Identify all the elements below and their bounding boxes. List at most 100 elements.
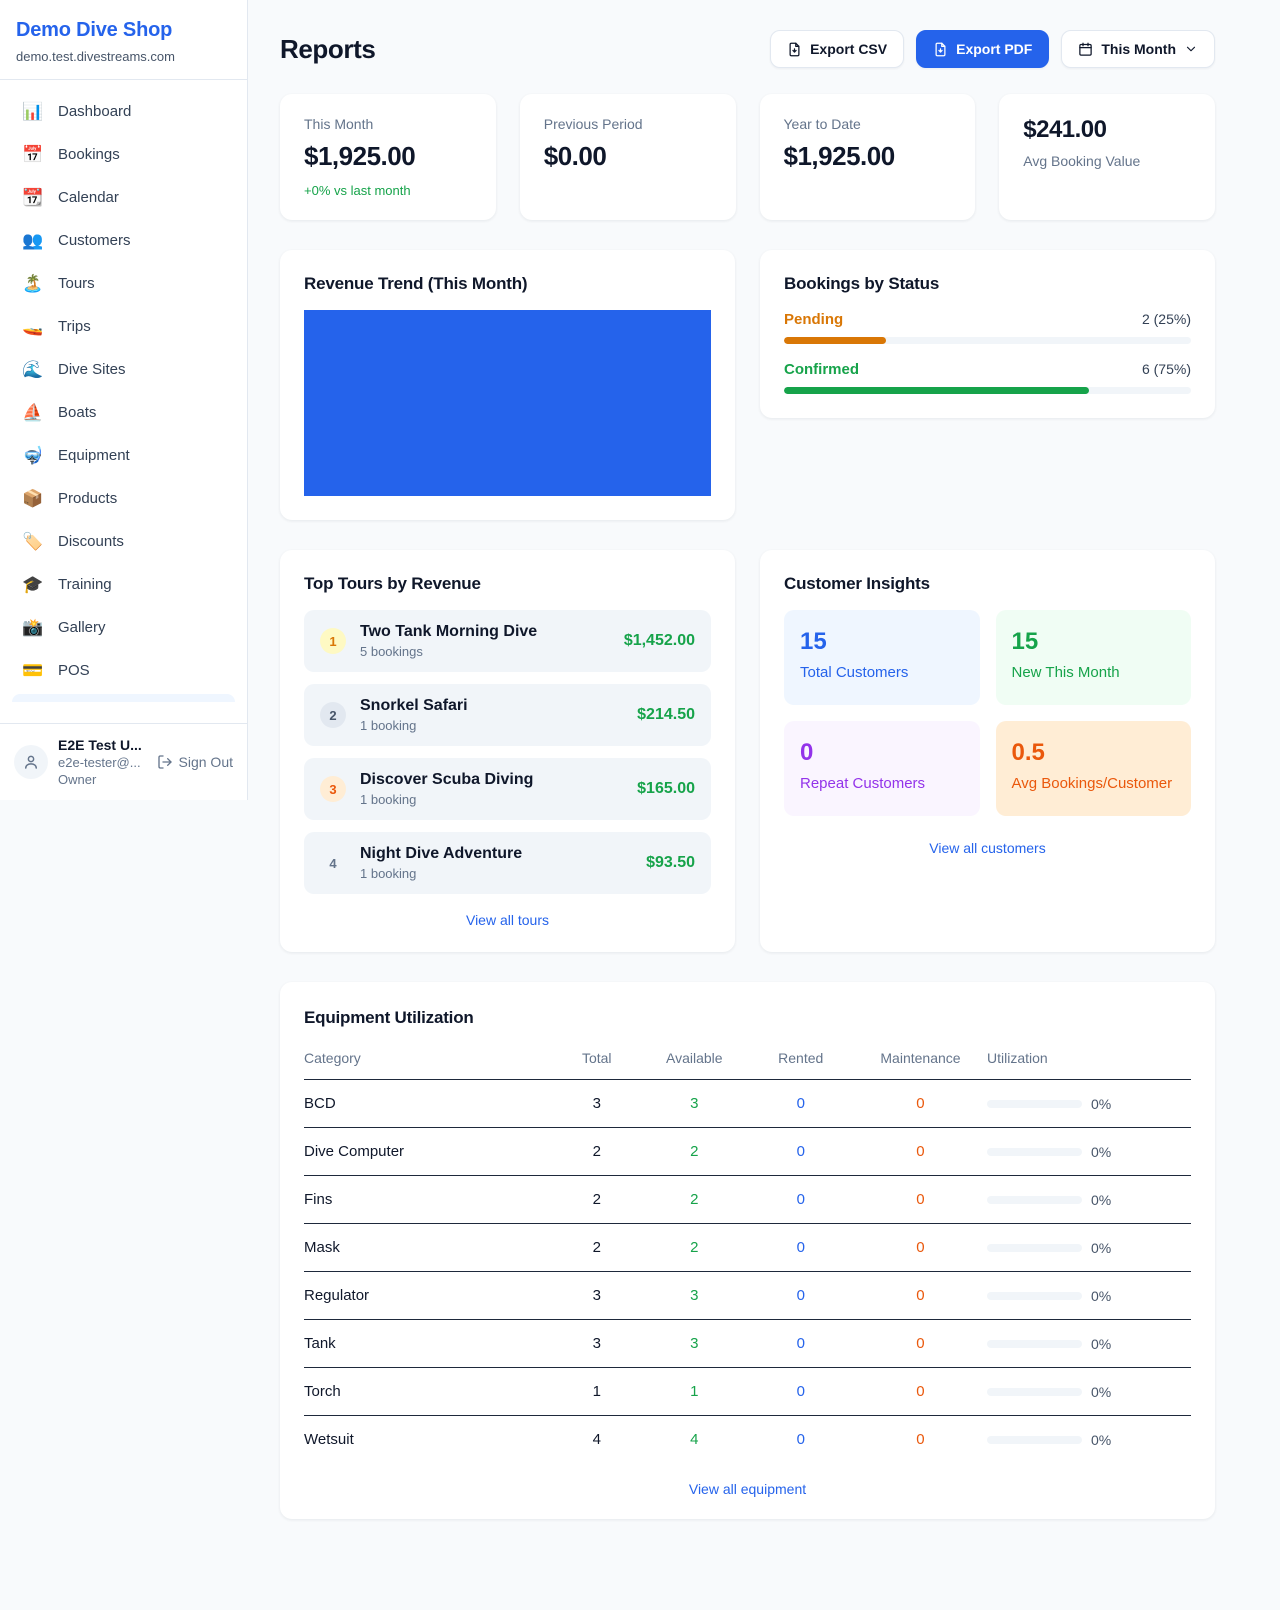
top-tours-card: Top Tours by Revenue 1 Two Tank Morning …: [280, 550, 735, 952]
cell-total: 4: [552, 1416, 641, 1464]
tour-row: 4 Night Dive Adventure 1 booking $93.50: [304, 832, 711, 894]
chevron-down-icon: [1184, 42, 1198, 56]
sidebar-item-dashboard[interactable]: 📊 Dashboard: [10, 90, 237, 133]
file-download-icon: [787, 42, 802, 57]
stat-card-previous-period: Previous Period $0.00: [520, 94, 736, 220]
sidebar-item-boats[interactable]: ⛵ Boats: [10, 391, 237, 434]
status-row-pending: Pending 2 (25%): [784, 311, 1191, 344]
page-header: Reports Export CSV Export PDF: [280, 30, 1215, 68]
cell-total: 2: [552, 1176, 641, 1224]
equipment-row-regulator: Regulator 3 3 0 0 0%: [304, 1272, 1191, 1320]
sidebar-item-reports-active-partial[interactable]: [12, 694, 235, 702]
utilization-bar: [987, 1100, 1082, 1108]
island-icon: 🏝️: [22, 275, 44, 292]
sidebar-item-bookings[interactable]: 📅 Bookings: [10, 133, 237, 176]
sidebar-item-training[interactable]: 🎓 Training: [10, 563, 237, 606]
export-pdf-button[interactable]: Export PDF: [916, 30, 1049, 68]
sidebar-item-products[interactable]: 📦 Products: [10, 477, 237, 520]
cell-utilization: 0%: [987, 1320, 1191, 1368]
user-email: e2e-tester@...: [58, 755, 142, 770]
calendar-icon: [1078, 42, 1093, 57]
view-all-equipment-link[interactable]: View all equipment: [689, 1481, 806, 1497]
sidebar-item-label: Training: [58, 576, 112, 593]
sign-out-button[interactable]: Sign Out: [157, 754, 233, 770]
cell-rented: 0: [748, 1176, 854, 1224]
cell-utilization: 0%: [987, 1080, 1191, 1128]
cell-category: Fins: [304, 1176, 552, 1224]
export-csv-button[interactable]: Export CSV: [770, 30, 904, 68]
sidebar-item-label: Trips: [58, 318, 91, 335]
status-bar-track: [784, 337, 1191, 344]
sidebar-item-gallery[interactable]: 📸 Gallery: [10, 606, 237, 649]
utilization-bar: [987, 1340, 1082, 1348]
tour-bookings: 5 bookings: [360, 644, 610, 659]
stats-row: This Month $1,925.00 +0% vs last month P…: [280, 94, 1215, 220]
col-category: Category: [304, 1042, 552, 1080]
tour-row: 1 Two Tank Morning Dive 5 bookings $1,45…: [304, 610, 711, 672]
sidebar-item-trips[interactable]: 🚤 Trips: [10, 305, 237, 348]
sidebar-item-label: Dashboard: [58, 103, 131, 120]
insight-label: Repeat Customers: [800, 775, 964, 792]
col-utilization: Utilization: [987, 1042, 1191, 1080]
sidebar-item-calendar[interactable]: 📆 Calendar: [10, 176, 237, 219]
bookings-by-status-title: Bookings by Status: [784, 274, 1191, 294]
logout-icon: [157, 754, 173, 770]
period-label: This Month: [1101, 41, 1176, 57]
sidebar-item-tours[interactable]: 🏝️ Tours: [10, 262, 237, 305]
main-content: Reports Export CSV Export PDF: [248, 0, 1280, 1599]
sidebar-item-equipment[interactable]: 🤿 Equipment: [10, 434, 237, 477]
export-pdf-label: Export PDF: [956, 41, 1032, 57]
sidebar-item-pos[interactable]: 💳 POS: [10, 649, 237, 692]
cell-rented: 0: [748, 1224, 854, 1272]
equipment-row-torch: Torch 1 1 0 0 0%: [304, 1368, 1191, 1416]
sidebar-item-discounts[interactable]: 🏷️ Discounts: [10, 520, 237, 563]
insight-value: 0.5: [1012, 739, 1176, 767]
sidebar-item-label: Boats: [58, 404, 96, 421]
stat-value: $0.00: [544, 141, 712, 172]
utilization-bar: [987, 1436, 1082, 1444]
cell-maintenance: 0: [854, 1416, 987, 1464]
sidebar-item-label: POS: [58, 662, 90, 679]
stat-card-avg-booking-value: $241.00 Avg Booking Value: [999, 94, 1215, 220]
view-all-tours-link[interactable]: View all tours: [466, 912, 549, 928]
insight-tile-repeat-customers: 0 Repeat Customers: [784, 721, 980, 816]
user-section: E2E Test U... e2e-tester@... Owner Sign …: [0, 723, 247, 800]
stat-label: This Month: [304, 116, 472, 132]
cell-maintenance: 0: [854, 1080, 987, 1128]
view-all-customers-link[interactable]: View all customers: [929, 840, 1045, 856]
cell-category: Torch: [304, 1368, 552, 1416]
insight-value: 0: [800, 739, 964, 767]
graduation-cap-icon: 🎓: [22, 576, 44, 593]
cell-category: Wetsuit: [304, 1416, 552, 1464]
status-label: Confirmed: [784, 361, 859, 378]
stat-value: $241.00: [1023, 116, 1191, 144]
utilization-pct: 0%: [1091, 1432, 1111, 1448]
sidebar-item-customers[interactable]: 👥 Customers: [10, 219, 237, 262]
status-value: 2 (25%): [1142, 311, 1191, 327]
cell-available: 3: [641, 1320, 747, 1368]
sidebar-item-label: Products: [58, 490, 117, 507]
cell-available: 2: [641, 1224, 747, 1272]
equipment-table: Category Total Available Rented Maintena…: [304, 1042, 1191, 1463]
equipment-utilization-title: Equipment Utilization: [304, 1008, 1191, 1028]
status-row-confirmed: Confirmed 6 (75%): [784, 361, 1191, 394]
rank-badge: 2: [320, 702, 346, 728]
sidebar-item-dive-sites[interactable]: 🌊 Dive Sites: [10, 348, 237, 391]
tour-main: Night Dive Adventure 1 booking: [360, 845, 632, 881]
insight-tile-total-customers: 15 Total Customers: [784, 610, 980, 705]
sailboat-icon: ⛵: [22, 404, 44, 421]
stat-card-year-to-date: Year to Date $1,925.00: [760, 94, 976, 220]
status-bar-fill: [784, 337, 886, 344]
sidebar-item-label: Dive Sites: [58, 361, 126, 378]
utilization-pct: 0%: [1091, 1096, 1111, 1112]
sidebar-item-label: Calendar: [58, 189, 119, 206]
tour-name: Discover Scuba Diving: [360, 771, 623, 789]
period-dropdown[interactable]: This Month: [1061, 30, 1215, 68]
tour-bookings: 1 booking: [360, 718, 623, 733]
tour-list: 1 Two Tank Morning Dive 5 bookings $1,45…: [304, 610, 711, 894]
cell-maintenance: 0: [854, 1272, 987, 1320]
tour-name: Night Dive Adventure: [360, 845, 632, 863]
insight-value: 15: [1012, 628, 1176, 656]
cell-available: 3: [641, 1080, 747, 1128]
col-rented: Rented: [748, 1042, 854, 1080]
